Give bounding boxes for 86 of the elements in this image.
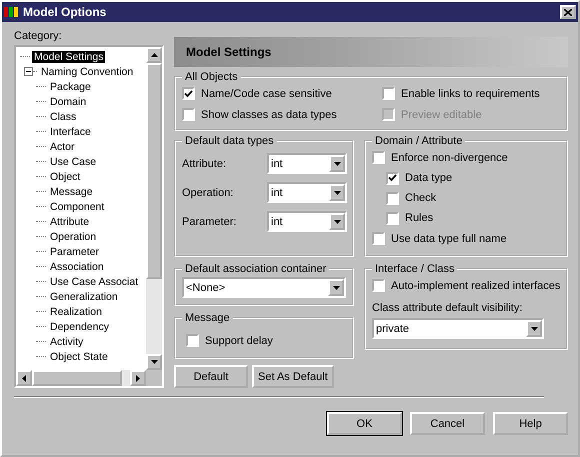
group-title: Domain / Attribute: [374, 135, 464, 147]
tree-item[interactable]: Object: [48, 170, 82, 182]
caret-icon: [334, 162, 340, 166]
group-title: Default data types: [184, 135, 275, 147]
checkbox-label: Show classes as data types: [201, 108, 337, 120]
checkbox-label: Preview editable: [401, 108, 482, 120]
tree-item[interactable]: Operation: [48, 230, 98, 242]
app-icon: [4, 5, 20, 19]
tree-item[interactable]: Package: [48, 80, 93, 92]
dropdown[interactable]: int: [267, 182, 347, 203]
down-arrow-icon: [150, 360, 158, 364]
category-label: Category:: [14, 30, 63, 42]
tree-item[interactable]: Actor: [48, 140, 77, 152]
dropdown[interactable]: int: [267, 211, 347, 232]
checkbox-label: Auto-implement realized interfaces: [391, 280, 560, 292]
scroll-left-button[interactable]: [16, 370, 32, 386]
tree-item[interactable]: Parameter: [48, 246, 102, 258]
checkbox-label: Enforce non-divergence: [391, 152, 508, 164]
tree-item[interactable]: Activity: [48, 336, 86, 348]
tree-item[interactable]: Model Settings: [32, 50, 106, 62]
checkbox[interactable]: [386, 212, 399, 224]
close-button[interactable]: [560, 5, 576, 19]
group-title: All Objects: [184, 71, 239, 83]
panel-button[interactable]: Default: [174, 365, 248, 388]
close-icon: [564, 8, 572, 16]
tree-item[interactable]: Naming Convention: [39, 66, 136, 78]
checkbox[interactable]: [382, 87, 395, 100]
dialog-button[interactable]: OK: [327, 412, 402, 435]
scrollbar-corner: [146, 370, 162, 386]
up-arrow-icon: [150, 53, 158, 57]
scroll-right-button[interactable]: [130, 370, 146, 386]
checkbox[interactable]: [182, 87, 195, 100]
tree-item[interactable]: Message: [48, 186, 95, 198]
window-title: Model Options: [23, 5, 108, 19]
checkbox-label: Data type: [405, 172, 452, 184]
tree-item[interactable]: Use Case Associat: [48, 276, 140, 288]
dialog-button[interactable]: Help: [493, 412, 568, 435]
group-title: Interface / Class: [374, 263, 456, 275]
right-arrow-icon: [136, 374, 140, 382]
tree-item[interactable]: Generalization: [48, 290, 120, 302]
checkbox-label: Rules: [405, 212, 434, 224]
checkbox[interactable]: [372, 151, 385, 164]
tree-item[interactable]: Domain: [48, 96, 88, 108]
scroll-up-button[interactable]: [146, 47, 162, 63]
checkbox-label: Enable links to requirements: [401, 88, 540, 100]
dialog-button[interactable]: Cancel: [410, 412, 485, 435]
checkbox-label: Use data type full name: [391, 232, 507, 244]
checkbox[interactable]: [372, 232, 385, 245]
group-title: Message: [184, 312, 231, 324]
caret-icon: [530, 326, 538, 330]
checkbox-label: Name/Code case sensitive: [201, 88, 332, 100]
checkbox[interactable]: [182, 108, 195, 121]
tree-item[interactable]: Association: [48, 260, 106, 272]
checkbox-label: Support delay: [205, 334, 273, 346]
checkbox[interactable]: [386, 192, 399, 204]
checkbox[interactable]: [186, 334, 199, 347]
dropdown[interactable]: private: [372, 318, 544, 339]
field-label: Attribute:: [182, 158, 226, 170]
scrollbar-thumb[interactable]: [32, 370, 122, 386]
dropdown[interactable]: <None>: [182, 277, 346, 298]
checkbox[interactable]: [372, 279, 385, 292]
field-label: Parameter:: [182, 216, 236, 228]
left-arrow-icon: [22, 374, 26, 382]
tree-item[interactable]: Realization: [48, 306, 104, 318]
group-title: Default association container: [184, 263, 328, 275]
collapse-icon[interactable]: [24, 67, 33, 76]
tree-item[interactable]: Dependency: [48, 320, 111, 332]
category-tree[interactable]: [14, 45, 164, 388]
scroll-down-button[interactable]: [146, 354, 162, 370]
caret-icon: [334, 220, 340, 224]
caret-icon: [332, 286, 340, 290]
dropdown[interactable]: int: [267, 153, 347, 174]
scrollbar-thumb[interactable]: [146, 63, 162, 279]
checkbox-label: Check: [405, 192, 436, 204]
field-label: Operation:: [182, 186, 234, 198]
caret-icon: [334, 190, 340, 194]
tree-item[interactable]: Attribute: [48, 216, 92, 228]
section-header: Model Settings: [174, 37, 568, 67]
tree-item[interactable]: Class: [48, 110, 78, 122]
tree-item[interactable]: Component: [48, 200, 106, 212]
checkbox[interactable]: [386, 172, 399, 184]
tree-item[interactable]: Use Case: [48, 156, 98, 168]
tree-item[interactable]: Object State: [48, 350, 110, 362]
field-label: Class attribute default visibility:: [372, 302, 524, 314]
panel-button[interactable]: Set As Default: [252, 365, 334, 388]
tree-item[interactable]: Interface: [48, 126, 93, 138]
